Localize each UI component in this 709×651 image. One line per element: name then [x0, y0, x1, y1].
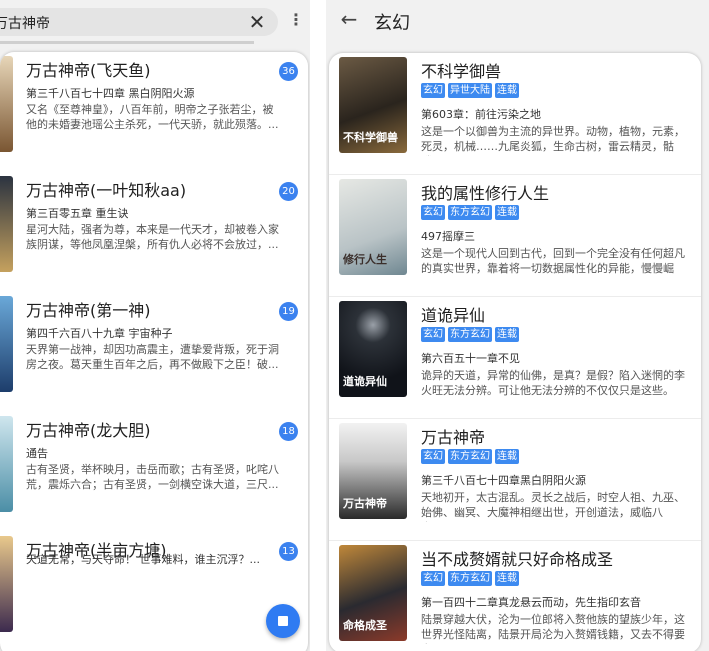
book-cover: 万古神帝 — [339, 423, 407, 519]
book-list-item[interactable]: 不科学御兽 不科学御兽 玄幻 异世大陆 连载 第603章：前往污染之地 这是一个… — [329, 53, 701, 175]
loading-line — [0, 41, 254, 44]
book-cover — [0, 176, 13, 272]
tag: 东方玄幻 — [448, 205, 492, 220]
more-vert-icon[interactable]: ⋮ — [288, 9, 304, 31]
book-cover — [0, 296, 13, 392]
latest-chapter: 第三百零五章 重生诀 — [26, 207, 129, 220]
book-title: 万古神帝 — [421, 428, 486, 447]
latest-chapter: 第三千八百七十四章 黑白阴阳火源 — [26, 87, 195, 100]
search-result-item[interactable]: 万古神帝(一叶知秋aa) 20 第三百零五章 重生诀 星河大陆，强者为尊，本来是… — [0, 172, 308, 292]
search-result-item[interactable]: 万古神帝(飞天鱼) 36 第三千八百七十四章 黑白阴阳火源 又名《至尊神皇》，八… — [0, 52, 308, 172]
update-count-badge: 20 — [279, 182, 298, 201]
book-description: 天地初开，太古混乱。灵长之战后，时空人祖、九巫、 始佛、幽冥、大魔神相继出世，开… — [421, 491, 685, 522]
book-title: 我的属性修行人生 — [421, 184, 550, 203]
book-cover — [0, 536, 13, 632]
book-title: 道诡异仙 — [421, 306, 486, 325]
tag: 东方玄幻 — [448, 571, 492, 586]
cover-title: 不科学御兽 — [343, 131, 398, 144]
book-description: 这是一个以御兽为主流的异世界。动物，植物，元素， 死灵，机械……九尾炎狐，生命古… — [421, 125, 685, 156]
book-title: 当不成赘婿就只好命格成圣 — [421, 550, 614, 569]
search-result-item[interactable]: 万古神帝(半亩方塘) 13 天道无常，与天夺命！ 世事难料，谁主沉浮？... — [0, 532, 308, 651]
right-panel: ← 玄幻 不科学御兽 不科学御兽 玄幻 异世大陆 连载 第603章：前往污染之地… — [326, 0, 709, 651]
update-count-badge: 19 — [279, 302, 298, 321]
tag: 连载 — [495, 571, 519, 586]
top-app-bar: ← 玄幻 — [326, 0, 709, 44]
search-result-item[interactable]: 万古神帝(第一神) 19 第四千六百八十九章 宇宙种子 天界第一战神，却因功高震… — [0, 292, 308, 412]
book-description: 星河大陆，强者为尊，本来是一代天才，却被卷入家 族阴谋，等他凤凰涅槃，所有仇人必… — [26, 223, 279, 251]
update-count-badge: 18 — [279, 422, 298, 441]
latest-chapter: 通告 — [26, 447, 48, 460]
book-cover: 命格成圣 — [339, 545, 407, 641]
book-cover: 修行人生 — [339, 179, 407, 275]
tag: 连载 — [495, 327, 519, 342]
book-description: 又名《至尊神皇》，八百年前，明帝之子张若尘，被 他的未婚妻池瑶公主杀死，一代天骄… — [26, 103, 279, 131]
page-title: 玄幻 — [374, 13, 410, 34]
search-result-list: 万古神帝(飞天鱼) 36 第三千八百七十四章 黑白阴阳火源 又名《至尊神皇》，八… — [0, 52, 308, 651]
tag-list: 玄幻 东方玄幻 连载 — [421, 327, 519, 343]
book-title: 万古神帝(龙大胆) — [26, 421, 151, 440]
book-list: 不科学御兽 不科学御兽 玄幻 异世大陆 连载 第603章：前往污染之地 这是一个… — [329, 53, 701, 651]
book-title: 万古神帝(飞天鱼) — [26, 61, 151, 80]
search-bar[interactable]: 万古神帝 ✕ — [0, 8, 278, 36]
tag: 东方玄幻 — [448, 449, 492, 464]
stop-icon — [278, 616, 288, 626]
book-list-item[interactable]: 命格成圣 当不成赘婿就只好命格成圣 玄幻 东方玄幻 连载 第一百四十二章真龙悬云… — [329, 541, 701, 651]
cover-title: 万古神帝 — [343, 497, 387, 510]
book-cover: 不科学御兽 — [339, 57, 407, 153]
back-arrow-icon[interactable]: ← — [338, 8, 360, 30]
tag-list: 玄幻 异世大陆 连载 — [421, 83, 519, 99]
cover-title: 命格成圣 — [343, 619, 387, 632]
tag: 连载 — [495, 205, 519, 220]
book-title: 不科学御兽 — [421, 62, 502, 81]
latest-chapter: 第四千六百八十九章 宇宙种子 — [26, 327, 173, 340]
book-description: 诡异的天道，异常的仙佛，是真？是假？陷入迷惘的李 火旺无法分辨。可让他无法分辨的… — [421, 369, 685, 400]
book-description: 天界第一战神，却因功高震主，遭挚爱背叛，死于洞 房之夜。葛天重生百年之后，再不做… — [26, 343, 279, 371]
search-result-item[interactable]: 万古神帝(龙大胆) 18 通告 古有圣贤，举杯映月，击岳而歌；古有圣贤，叱咤八 … — [0, 412, 308, 532]
tag: 玄幻 — [421, 83, 445, 98]
latest-chapter: 497摇摩三 — [421, 230, 475, 243]
latest-chapter: 第603章：前往污染之地 — [421, 108, 541, 121]
tag: 连载 — [495, 449, 519, 464]
book-cover — [0, 56, 13, 152]
book-title: 万古神帝(第一神) — [26, 301, 151, 320]
clear-icon[interactable]: ✕ — [246, 11, 268, 33]
book-cover: 道诡异仙 — [339, 301, 407, 397]
search-input[interactable]: 万古神帝 — [0, 13, 50, 33]
book-description: 天道无常，与天夺命！ 世事难料，谁主沉浮？... — [26, 553, 260, 566]
latest-chapter: 第六百五十一章不见 — [421, 352, 520, 365]
cover-title: 道诡异仙 — [343, 375, 387, 388]
book-list-item[interactable]: 修行人生 我的属性修行人生 玄幻 东方玄幻 连载 497摇摩三 这是一个现代人回… — [329, 175, 701, 297]
tag-list: 玄幻 东方玄幻 连载 — [421, 571, 519, 587]
book-description: 古有圣贤，举杯映月，击岳而歌；古有圣贤，叱咤八 荒，震烁六合；古有圣贤，一剑横空… — [26, 463, 279, 491]
cover-title: 修行人生 — [343, 253, 387, 266]
book-description: 陆景穿越大伏，沦为一位郎将入赘他族的望族少年，这 世界光怪陆离，陆景开局沦为入赘… — [421, 613, 685, 644]
tag: 玄幻 — [421, 571, 445, 586]
update-count-badge: 36 — [279, 62, 298, 81]
latest-chapter: 第一百四十二章真龙悬云而动，先生指印玄音 — [421, 596, 641, 609]
tag: 玄幻 — [421, 327, 445, 342]
tag: 连载 — [495, 83, 519, 98]
stop-search-button[interactable] — [266, 604, 300, 638]
book-description: 这是一个现代人回到古代，回到一个完全没有任何超凡 的真实世界，靠着将一切数据属性… — [421, 247, 685, 278]
tag: 玄幻 — [421, 449, 445, 464]
tag-list: 玄幻 东方玄幻 连载 — [421, 205, 519, 221]
tag: 异世大陆 — [448, 83, 492, 98]
latest-chapter: 第三千八百七十四章黑白阴阳火源 — [421, 474, 586, 487]
update-count-badge: 13 — [279, 542, 298, 561]
book-cover — [0, 416, 13, 512]
book-title: 万古神帝(一叶知秋aa) — [26, 181, 187, 200]
tag: 玄幻 — [421, 205, 445, 220]
tag-list: 玄幻 东方玄幻 连载 — [421, 449, 519, 465]
left-panel: 万古神帝 ✕ ⋮ 万古神帝(飞天鱼) 36 第三千八百七十四章 黑白阴阳火源 又… — [0, 0, 310, 651]
tag: 东方玄幻 — [448, 327, 492, 342]
book-list-item[interactable]: 道诡异仙 道诡异仙 玄幻 东方玄幻 连载 第六百五十一章不见 诡异的天道，异常的… — [329, 297, 701, 419]
book-list-item[interactable]: 万古神帝 万古神帝 玄幻 东方玄幻 连载 第三千八百七十四章黑白阴阳火源 天地初… — [329, 419, 701, 541]
